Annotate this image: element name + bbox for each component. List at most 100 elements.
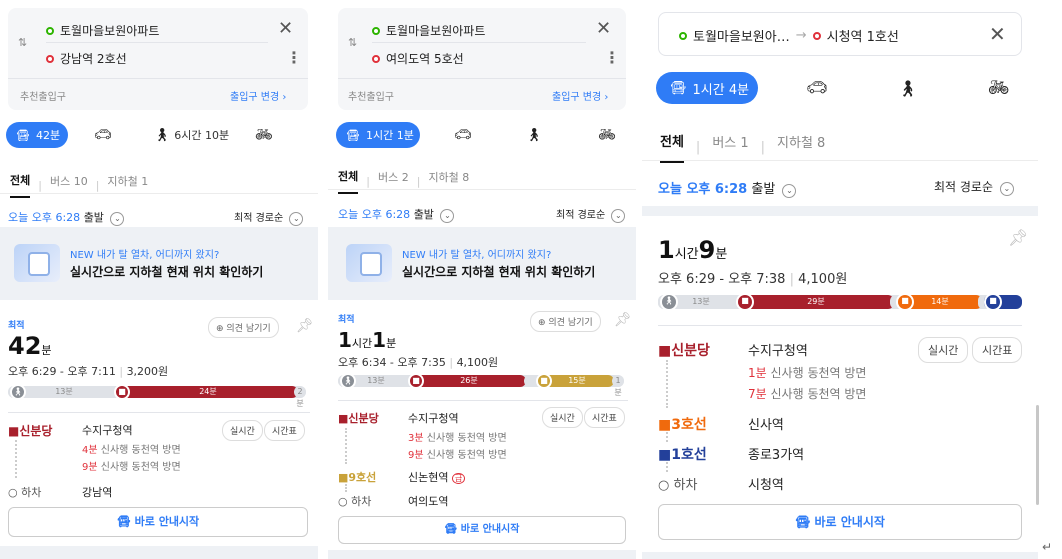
start-guidance-button[interactable]: 🚍︎ 바로 안내시작 <box>658 504 1022 540</box>
walk-icon[interactable]: 🚶︎ <box>154 128 171 143</box>
tab-all[interactable]: 전체 <box>338 168 359 194</box>
alight-label: ○ 하차 <box>658 478 698 493</box>
boarding-station: 수지구청역 <box>82 424 133 437</box>
bike-icon[interactable]: 🚲︎ <box>255 127 273 143</box>
swap-icon[interactable]: ⇅ <box>348 36 357 49</box>
duration-hours-unit: 시간 <box>351 337 373 350</box>
timetable-button[interactable]: 시간표 <box>584 407 625 428</box>
sort-selector[interactable]: 최적 경로순 ⌄ <box>556 206 626 223</box>
transit-mode-button[interactable]: 🚍︎ 1시간 1분 <box>336 122 420 148</box>
departure-time: 오늘 오후 6:28 <box>8 211 81 224</box>
divider: | <box>119 365 124 378</box>
bus-icon: 🚍︎ <box>795 515 811 529</box>
route-input-box[interactable]: 토월마을보원아… → 시청역 1호선 ✕ <box>658 12 1022 56</box>
route-bar: 13분 🚶︎ 24분 ■ 2분 <box>8 384 306 408</box>
tab-all[interactable]: 전체 <box>10 172 31 198</box>
tab-separator: | <box>38 178 42 192</box>
bike-icon[interactable]: 🚲︎ <box>598 127 616 143</box>
origin-text: 토월마을보원아… <box>693 30 790 45</box>
route-bar: 13분 🚶︎ 26분 ■ 15분 ■ 1분 <box>338 373 624 397</box>
destination-text: 시청역 1호선 <box>826 30 899 45</box>
pin-icon[interactable]: 📌︎ <box>1008 228 1028 247</box>
transit-mode-button[interactable]: 🚍︎ 42분 <box>6 122 68 148</box>
chevron-down-icon: ⌄ <box>611 209 626 223</box>
shinbundang-segment-icon: ■ <box>114 384 130 400</box>
timetable-button[interactable]: 시간표 <box>972 337 1023 363</box>
sort-selector[interactable]: 최적 경로순 ⌄ <box>934 178 1014 196</box>
tab-separator: | <box>695 139 701 155</box>
car-icon[interactable]: 🚗︎ <box>806 78 828 98</box>
swap-icon[interactable]: ⇅ <box>18 36 27 49</box>
start-guidance-label: 바로 안내시작 <box>134 515 200 528</box>
realtime-button[interactable]: 실시간 <box>918 337 969 363</box>
alight-station: 강남역 <box>82 486 113 499</box>
entrance-label: 추천출입구 <box>20 92 66 103</box>
departure-selector[interactable]: 오늘 오후 6:28 출발 ⌄ <box>8 209 125 226</box>
destination-field[interactable]: 여의도역 5호선 <box>372 50 464 67</box>
shinbundang-segment-label: 29분 <box>807 297 825 306</box>
shinbundang-segment: 24분 <box>118 386 298 398</box>
tab-bus[interactable]: 버스 1 <box>712 132 748 162</box>
pin-icon[interactable]: 📌︎ <box>296 318 314 334</box>
entrance-change-link[interactable]: 출입구 변경 › <box>552 88 608 103</box>
sort-label: 최적 경로순 <box>556 210 606 221</box>
pin-icon[interactable]: 📌︎ <box>614 312 632 328</box>
walk-icon[interactable]: 🚶︎ <box>526 128 543 143</box>
tab-subway[interactable]: 지하철 8 <box>777 132 825 162</box>
realtime-button[interactable]: 실시간 <box>222 420 263 441</box>
time-text: 오후 6:34 - 오후 7:35 <box>338 356 446 369</box>
time-range: 오후 6:29 - 오후 7:11 | 3,200원 <box>8 363 168 379</box>
start-guidance-button[interactable]: 🚍︎ 바로 안내시작 <box>338 516 626 544</box>
shinbundang-segment: 29분 <box>738 295 894 309</box>
close-icon[interactable]: ✕ <box>989 22 1006 46</box>
promo-banner[interactable]: NEW 내가 탈 열차, 어디까지 왔지? 실시간으로 지하철 현재 위치 확인… <box>346 244 595 282</box>
feedback-button[interactable]: ⊕ 의견 남기기 <box>208 317 279 338</box>
entrance-label: 추천출입구 <box>348 92 394 103</box>
walk-segment-icon: 🚶︎ <box>660 293 678 311</box>
car-icon[interactable]: 🚗︎ <box>94 127 112 143</box>
origin-field[interactable]: 토월마을보원아파트 <box>46 22 159 39</box>
list-separator <box>642 552 1038 559</box>
car-icon[interactable]: 🚗︎ <box>454 127 472 143</box>
departure-selector[interactable]: 오늘 오후 6:28 출발 ⌄ <box>338 206 455 223</box>
banner-title: NEW 내가 탈 열차, 어디까지 왔지? <box>70 250 220 261</box>
route-panel-1: ⇅ 토월마을보원아파트 ✕ 강남역 2호선 ⋮ 추천출입구 출입구 변경 › 🚍… <box>0 0 318 559</box>
origin-field[interactable]: 토월마을보원아파트 <box>372 22 485 39</box>
time-text: 오후 6:29 - 오후 7:11 <box>8 365 116 378</box>
return-icon: ↵ <box>1042 540 1053 554</box>
arrival-detail: 신사행 동천역 방면 <box>770 387 867 401</box>
bike-icon[interactable]: 🚲︎ <box>988 78 1010 98</box>
train-illustration-icon <box>346 244 392 282</box>
line9-segment-label: 15분 <box>568 376 586 385</box>
alight-label: ○ 하차 <box>8 486 42 499</box>
walk-icon[interactable]: 🚶︎ <box>898 79 918 98</box>
transit-mode-button[interactable]: 🚍︎ 1시간 4분 <box>656 72 758 104</box>
scrollbar[interactable] <box>1036 405 1039 505</box>
bus-icon: 🚍︎ <box>670 80 687 96</box>
arrival-info-2: 7분 신사행 동천역 방면 <box>748 385 866 402</box>
timetable-button[interactable]: 시간표 <box>264 420 305 441</box>
start-guidance-button[interactable]: 🚍︎ 바로 안내시작 <box>8 507 308 537</box>
tab-all[interactable]: 전체 <box>660 131 684 163</box>
destination-field[interactable]: 강남역 2호선 <box>46 50 127 67</box>
close-icon[interactable]: ✕ <box>596 18 611 39</box>
bus-icon: 🚍︎ <box>444 524 458 535</box>
time-range: 오후 6:29 - 오후 7:38 | 4,100원 <box>658 268 847 287</box>
more-icon[interactable]: ⋮ <box>286 48 302 67</box>
time-text: 오후 6:29 - 오후 7:38 <box>658 272 786 287</box>
best-badge: 최적 <box>8 321 25 331</box>
route-connector <box>666 432 668 442</box>
departure-selector[interactable]: 오늘 오후 6:28 출발 ⌄ <box>658 178 797 198</box>
sort-selector[interactable]: 최적 경로순 ⌄ <box>234 209 304 226</box>
duration-hours: 1 <box>338 328 352 352</box>
realtime-button[interactable]: 실시간 <box>542 407 583 428</box>
more-icon[interactable]: ⋮ <box>604 48 620 67</box>
close-icon[interactable]: ✕ <box>278 18 293 39</box>
feedback-button[interactable]: ⊕ 의견 남기기 <box>530 311 601 332</box>
promo-banner[interactable]: NEW 내가 탈 열차, 어디까지 왔지? 실시간으로 지하철 현재 위치 확인… <box>14 244 263 282</box>
entrance-change-link[interactable]: 출입구 변경 › <box>230 88 286 103</box>
walk-duration[interactable]: 6시간 10분 <box>174 127 229 143</box>
tabs-divider <box>642 160 1038 161</box>
chevron-down-icon: ⌄ <box>782 184 797 198</box>
divider <box>372 42 586 43</box>
